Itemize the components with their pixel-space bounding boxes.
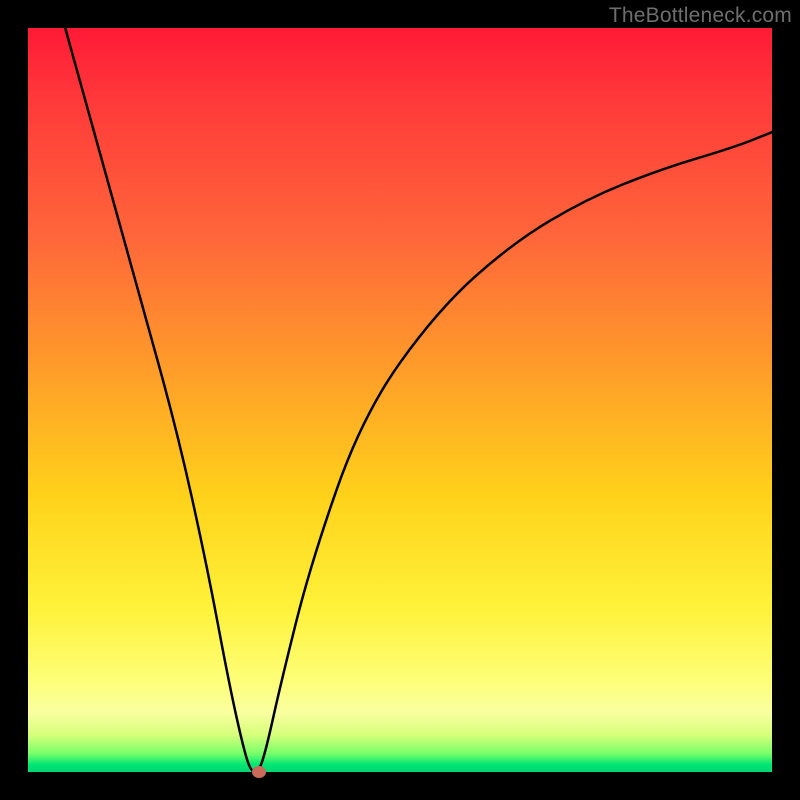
- bottleneck-curve: [65, 28, 772, 772]
- optimal-point-marker: [252, 766, 266, 778]
- plot-area: [28, 28, 772, 772]
- watermark-text: TheBottleneck.com: [609, 4, 792, 28]
- chart-frame: TheBottleneck.com: [0, 0, 800, 800]
- curve-svg: [28, 28, 772, 772]
